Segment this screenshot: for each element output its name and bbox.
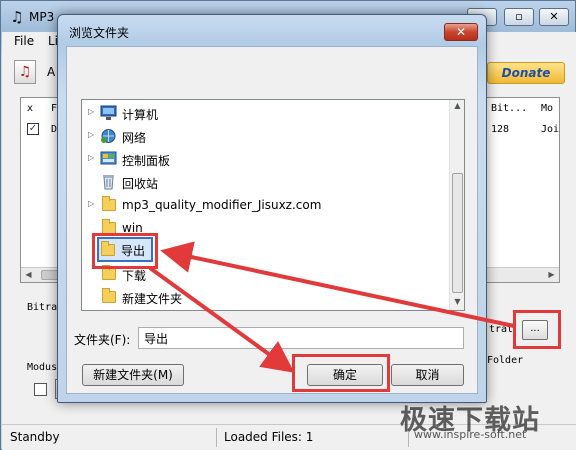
- expand-arrow-icon[interactable]: ▷: [88, 130, 94, 139]
- folder-icon: [102, 196, 116, 211]
- scroll-right-icon[interactable]: ▶: [544, 268, 559, 282]
- column-header-bitrate[interactable]: Bit...: [491, 103, 527, 114]
- tree-vertical-scrollbar[interactable]: ▲ ▼: [449, 100, 464, 310]
- network-icon: [101, 129, 116, 143]
- row-checkbox[interactable]: ✓: [27, 123, 39, 135]
- annotation-box-export: [92, 233, 158, 269]
- tree-item-label: 回收站: [122, 177, 159, 191]
- tree-item-recycle-bin[interactable]: 回收站: [82, 172, 448, 194]
- folder-icon: [102, 265, 116, 280]
- expand-arrow-icon[interactable]: ▷: [88, 199, 94, 208]
- dialog-title: 浏览文件夹: [69, 26, 130, 40]
- recycle-bin-icon: [103, 175, 114, 190]
- annotation-box-browse: [513, 310, 561, 349]
- close-button[interactable]: ✕: [539, 8, 569, 26]
- tree-item-label: 网络: [122, 131, 147, 145]
- bitrate-label: Bitra: [27, 302, 58, 313]
- donate-button[interactable]: Donate: [487, 62, 565, 84]
- annotation-box-ok: [292, 354, 390, 392]
- folder-field-label: 文件夹(F):: [74, 333, 131, 347]
- expand-arrow-icon[interactable]: ▷: [88, 153, 94, 162]
- column-header-x[interactable]: x: [27, 103, 33, 114]
- tree-item-label: 计算机: [122, 108, 159, 122]
- column-header-mode[interactable]: Mo: [541, 103, 553, 114]
- scroll-thumb[interactable]: [452, 173, 463, 293]
- folder-icon: [102, 288, 116, 303]
- expand-arrow-icon[interactable]: ▷: [88, 107, 94, 116]
- cancel-button[interactable]: 取消: [391, 364, 464, 386]
- menu-file[interactable]: File: [14, 34, 34, 48]
- watermark-logo: 极速下载站: [400, 405, 540, 436]
- status-state: Standby: [10, 430, 60, 444]
- control-panel-icon: [100, 151, 117, 165]
- status-loaded-files: Loaded Files: 1: [224, 430, 314, 444]
- tree-item-label: 下载: [122, 269, 147, 283]
- tree-item-label: 新建文件夹: [122, 292, 183, 306]
- scroll-left-icon[interactable]: ◀: [21, 268, 36, 282]
- modus-label: Modus: [27, 362, 58, 373]
- tree-item-label: mp3_quality_modifier_Jisuxz.com: [122, 198, 322, 212]
- music-note-icon: ♫: [10, 8, 24, 26]
- mp3-file-icon[interactable]: ♫: [14, 60, 36, 84]
- modus-checkbox[interactable]: [34, 383, 47, 396]
- tree-item-label: 控制面板: [122, 154, 171, 168]
- tree-item-control-panel[interactable]: ▷ 控制面板: [82, 149, 448, 171]
- folder-name-input[interactable]: 导出: [138, 327, 464, 349]
- tree-item-mp3-folder[interactable]: ▷ mp3_quality_modifier_Jisuxz.com: [82, 195, 448, 217]
- computer-icon: [100, 105, 117, 120]
- tree-item-new-folder[interactable]: 新建文件夹: [82, 287, 448, 309]
- folder-side-label: Folder: [487, 355, 524, 366]
- cell-mode: Joi: [541, 124, 560, 135]
- tree-item-computer[interactable]: ▷ 计算机: [82, 103, 448, 125]
- tree-item-network[interactable]: ▷ 网络: [82, 126, 448, 148]
- toolbar-add-label: A: [47, 65, 56, 79]
- new-folder-button[interactable]: 新建文件夹(M): [82, 364, 184, 386]
- strategy-label: trat: [489, 324, 514, 335]
- folder-tree[interactable]: ▷ 计算机 ▷ 网络 ▷ 控制面板 回收站 ▷ mp3_quality_modi…: [81, 99, 465, 311]
- scroll-down-icon[interactable]: ▼: [450, 297, 465, 309]
- maximize-button[interactable]: ▫: [504, 8, 534, 26]
- cell-bitrate: 128: [491, 124, 510, 135]
- scroll-up-icon[interactable]: ▲: [450, 101, 465, 113]
- dialog-close-button[interactable]: ✕: [444, 23, 478, 41]
- main-window-title: MP3: [29, 10, 55, 24]
